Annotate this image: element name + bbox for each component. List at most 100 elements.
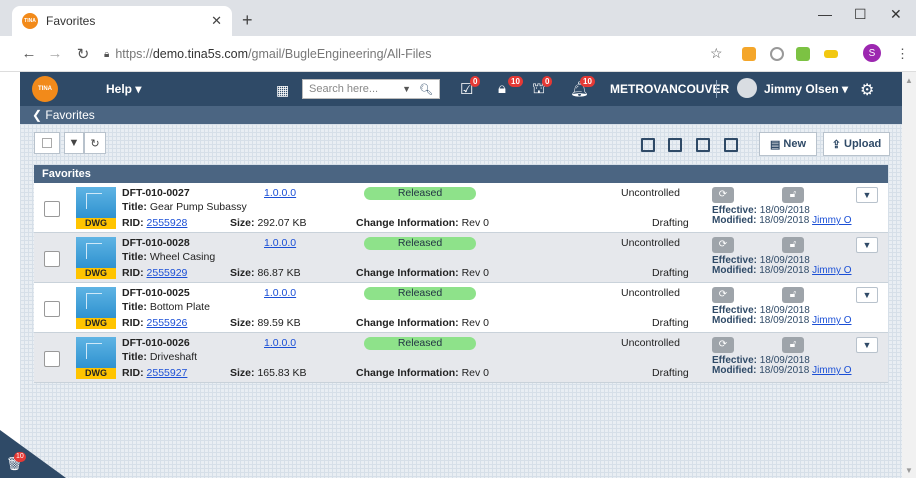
rid-label: RID: [122, 367, 144, 379]
hierarchy-badge: 0 [542, 76, 553, 87]
lifecycle-icon[interactable]: ⟳ [712, 187, 734, 203]
lock-nav-icon[interactable]: 🔒︎ 10 [498, 76, 523, 97]
select-all-checkbox[interactable] [34, 132, 60, 154]
file-type-tag: DWG [76, 218, 116, 229]
extension-icon[interactable] [824, 50, 838, 58]
chevron-down-icon[interactable]: ▼ [402, 84, 411, 94]
unlock-icon[interactable]: 🔓︎ [782, 187, 804, 203]
profile-avatar[interactable]: S [863, 44, 881, 62]
favorites-view-icon[interactable] [696, 138, 710, 152]
row-menu-dropdown[interactable]: ▼ [856, 287, 878, 303]
folder-view-icon[interactable] [668, 138, 682, 152]
list-item[interactable]: DWG DFT-010-0028 Title: Wheel Casing RID… [34, 233, 888, 283]
doc-number[interactable]: DFT-010-0028 [122, 237, 190, 249]
refresh-button[interactable]: ↻ [84, 132, 106, 154]
user-avatar[interactable] [737, 78, 757, 98]
version-link[interactable]: 1.0.0.0 [264, 337, 296, 349]
status-badge: Released [364, 187, 476, 200]
version-link[interactable]: 1.0.0.0 [264, 287, 296, 299]
region-label[interactable]: METROVANCOUVER [610, 82, 729, 96]
list-item[interactable]: DWG DFT-010-0027 Title: Gear Pump Subass… [34, 183, 888, 233]
list-item[interactable]: DWG DFT-010-0026 Title: Driveshaft RID: … [34, 333, 888, 383]
scrollbar[interactable] [902, 72, 916, 478]
doc-number[interactable]: DFT-010-0025 [122, 287, 190, 299]
file-list: DWG DFT-010-0027 Title: Gear Pump Subass… [34, 183, 888, 383]
row-checkbox[interactable] [44, 351, 60, 367]
lifecycle-icon[interactable]: ⟳ [712, 237, 734, 253]
row-checkbox[interactable] [44, 201, 60, 217]
version-link[interactable]: 1.0.0.0 [264, 237, 296, 249]
document-view-icon[interactable] [724, 138, 738, 152]
checklist-icon[interactable]: ☑ 0 [460, 76, 481, 98]
favorites-panel: Favorites DWG DFT-010-0027 Title: Gear P… [34, 165, 888, 383]
upload-button[interactable]: ⇪ Upload [823, 132, 890, 156]
file-thumbnail[interactable]: DWG [76, 237, 116, 279]
list-item[interactable]: DWG DFT-010-0025 Title: Bottom Plate RID… [34, 283, 888, 333]
doc-number[interactable]: DFT-010-0026 [122, 337, 190, 349]
extension-icon[interactable] [796, 47, 810, 61]
new-tab-icon[interactable]: + [242, 10, 253, 31]
new-button[interactable]: ▤ New [759, 132, 817, 156]
reload-icon[interactable]: ↻ [72, 45, 94, 63]
modified-label: Modified: [712, 215, 757, 226]
version-link[interactable]: 1.0.0.0 [264, 187, 296, 199]
back-icon[interactable]: ← [18, 45, 40, 62]
row-menu-dropdown[interactable]: ▼ [856, 337, 878, 353]
apps-grid-icon[interactable]: ▦ [276, 82, 289, 99]
modified-by-link[interactable]: Jimmy O [812, 265, 851, 276]
select-dropdown-button[interactable]: ▼ [64, 132, 84, 154]
change-label: Change Information: [356, 267, 459, 279]
help-menu[interactable]: Help ▾ [106, 82, 141, 96]
doc-number[interactable]: DFT-010-0027 [122, 187, 190, 199]
stage-label: Drafting [652, 267, 689, 279]
search-input[interactable]: Search here... ▼ 🔍︎ [302, 79, 440, 99]
rid-link[interactable]: 2555929 [147, 267, 188, 279]
file-thumbnail[interactable]: DWG [76, 287, 116, 329]
modified-by-link[interactable]: Jimmy O [812, 215, 851, 226]
file-size: 86.87 KB [257, 267, 301, 279]
list-view-icon[interactable] [641, 138, 655, 152]
window-close-icon[interactable]: ✕ [890, 6, 902, 23]
scroll-down-icon[interactable]: ▼ [905, 466, 913, 475]
rid-link[interactable]: 2555928 [147, 217, 188, 229]
control-status: Uncontrolled [621, 287, 680, 299]
search-icon[interactable]: 🔍︎ [419, 83, 433, 96]
modified-by-link[interactable]: Jimmy O [812, 365, 851, 376]
lifecycle-icon[interactable]: ⟳ [712, 337, 734, 353]
browser-tab[interactable]: TINA Favorites ✕ [12, 6, 232, 36]
row-menu-dropdown[interactable]: ▼ [856, 187, 878, 203]
address-bar[interactable]: 🔒︎ https://demo.tina5s.com/gmail/BugleEn… [104, 42, 714, 66]
file-thumbnail[interactable]: DWG [76, 187, 116, 229]
rid-link[interactable]: 2555927 [147, 367, 188, 379]
gear-icon[interactable]: ⚙ [860, 80, 874, 100]
title-label: Title: [122, 351, 147, 363]
tina-logo[interactable]: TINA [32, 76, 58, 102]
unlock-icon[interactable]: 🔓︎ [782, 237, 804, 253]
hierarchy-icon[interactable]: ⛫ 0 [532, 76, 553, 99]
rid-label: RID: [122, 217, 144, 229]
tab-close-icon[interactable]: ✕ [211, 13, 222, 29]
scroll-up-icon[interactable]: ▲ [905, 76, 913, 85]
extension-icon[interactable] [770, 47, 784, 61]
row-checkbox[interactable] [44, 251, 60, 267]
browser-menu-icon[interactable]: ⋮ [896, 46, 909, 62]
row-menu-dropdown[interactable]: ▼ [856, 237, 878, 253]
bell-icon[interactable]: 🔔︎ 10 [570, 76, 595, 98]
unlock-icon[interactable]: 🔓︎ [782, 337, 804, 353]
extension-icon[interactable] [742, 47, 756, 61]
rid-link[interactable]: 2555926 [147, 317, 188, 329]
control-status: Uncontrolled [621, 337, 680, 349]
maximize-icon[interactable]: ☐ [854, 6, 867, 23]
user-menu[interactable]: Jimmy Olsen ▾ [764, 82, 848, 96]
lifecycle-icon[interactable]: ⟳ [712, 287, 734, 303]
size-label: Size: [230, 367, 255, 379]
minimize-icon[interactable]: — [818, 6, 832, 22]
breadcrumb[interactable]: ❮ Favorites [20, 106, 902, 124]
row-checkbox[interactable] [44, 301, 60, 317]
file-thumbnail[interactable]: DWG [76, 337, 116, 379]
forward-icon[interactable]: → [44, 45, 66, 62]
unlock-icon[interactable]: 🔓︎ [782, 287, 804, 303]
back-chevron-icon[interactable]: ❮ [32, 108, 45, 122]
modified-by-link[interactable]: Jimmy O [812, 315, 851, 326]
bookmark-star-icon[interactable]: ☆ [710, 45, 723, 62]
